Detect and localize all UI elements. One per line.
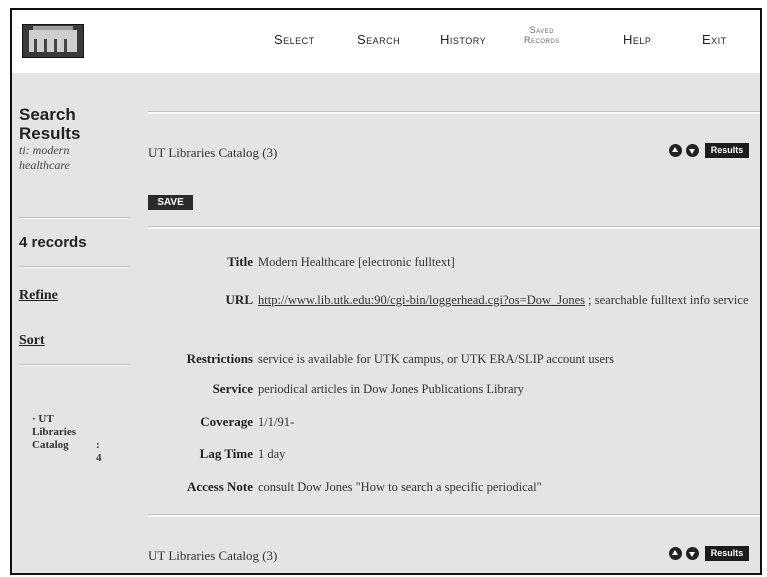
results-button[interactable]: Results [705, 143, 749, 158]
nav-search[interactable]: Search [357, 32, 400, 47]
url-link[interactable]: http://www.lib.utk.edu:90/cgi-bin/logger… [258, 293, 585, 307]
building-icon [29, 26, 77, 52]
nav-help[interactable]: Help [623, 32, 651, 47]
section-title: UT Libraries Catalog (3) [148, 548, 278, 563]
catalog-record-count: : 4 [96, 439, 102, 464]
scroll-down-icon[interactable] [686, 547, 699, 560]
sidebar-divider [19, 365, 131, 366]
scroll-down-icon[interactable] [686, 144, 699, 157]
nav-saved-records[interactable]: Saved Records [524, 25, 560, 45]
section-divider [148, 111, 760, 114]
record-count: 4 records [19, 234, 87, 251]
restrictions-value: service is available for UTK campus, or … [258, 352, 615, 366]
url-suffix: ; searchable fulltext info service [585, 293, 749, 307]
access-note-label: Access Note [186, 479, 253, 494]
coverage-value: 1/1/91- [258, 415, 295, 429]
section-title: UT Libraries Catalog (3) [148, 145, 278, 160]
refine-link[interactable]: Refine [19, 288, 58, 304]
sidebar-title: Search Results [19, 105, 81, 143]
nav-saved-line2: Records [524, 35, 560, 45]
sidebar-divider [19, 218, 131, 219]
section-divider [148, 514, 760, 517]
scroll-up-icon[interactable] [669, 547, 682, 560]
title-value: Modern Healthcare [electronic fulltext] [258, 255, 455, 269]
restrictions-label: Restrictions [186, 351, 253, 366]
url-label: URL [225, 292, 253, 307]
coverage-label: Coverage [200, 414, 253, 429]
title-label: Title [227, 254, 253, 269]
url-value: http://www.lib.utk.edu:90/cgi-bin/logger… [258, 291, 758, 310]
save-button[interactable]: SAVE [148, 195, 193, 210]
sidebar-divider [19, 267, 131, 268]
library-logo[interactable] [22, 24, 84, 58]
sidebar-catalog-link[interactable]: · UT Libraries Catalog : 4 [32, 413, 102, 464]
service-label: Service [212, 381, 253, 396]
section-divider [148, 226, 760, 229]
results-button[interactable]: Results [705, 546, 749, 561]
app-window: Select Search History Saved Records Help… [10, 8, 762, 575]
nav-exit[interactable]: Exit [702, 32, 727, 47]
nav-saved-line1: Saved [529, 25, 555, 35]
search-query-text: ti: modern healthcare [19, 143, 70, 172]
nav-history[interactable]: History [440, 32, 486, 47]
service-value: periodical articles in Dow Jones Publica… [258, 382, 524, 396]
access-note-value: consult Dow Jones "How to search a speci… [258, 480, 542, 494]
main-content: UT Libraries Catalog (3) Results SAVE Ti… [138, 73, 760, 573]
top-navigation-bar: Select Search History Saved Records Help… [12, 10, 760, 73]
lag-time-value: 1 day [258, 447, 286, 461]
sidebar: Search Results ti: modern healthcare 4 r… [12, 73, 138, 573]
nav-select[interactable]: Select [274, 32, 315, 47]
bullet: · [32, 413, 36, 425]
sort-link[interactable]: Sort [19, 333, 45, 349]
scroll-up-icon[interactable] [669, 144, 682, 157]
lag-time-label: Lag Time [199, 446, 253, 461]
